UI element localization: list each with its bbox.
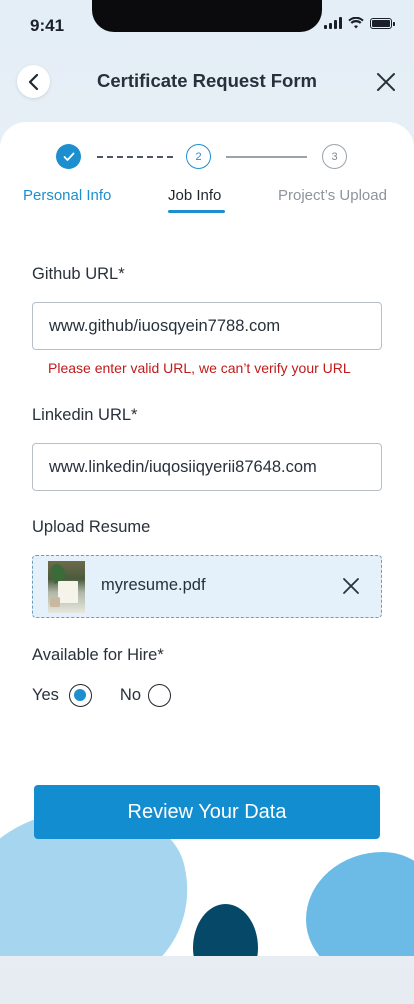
github-url-error: Please enter valid URL, we can’t verify … [48, 360, 351, 376]
step-connector [226, 156, 307, 158]
radio-no[interactable] [148, 683, 172, 707]
review-data-button[interactable]: Review Your Data [34, 785, 380, 839]
tab-projects-upload[interactable]: Project’s Upload [278, 187, 387, 204]
file-name: myresume.pdf [101, 576, 206, 594]
form-card: 2 3 Personal Info Job Info Project’s Upl… [0, 122, 414, 956]
github-url-input[interactable]: www.github/iuosqyein7788.com [32, 302, 382, 350]
file-thumbnail [48, 561, 85, 613]
linkedin-url-label: Linkedin URL* [32, 406, 138, 424]
progress-stepper: 2 3 [0, 144, 414, 170]
remove-file-button[interactable] [341, 576, 361, 596]
radio-yes[interactable] [68, 683, 92, 707]
decorative-blob [306, 852, 414, 956]
check-icon [63, 152, 74, 161]
step-2-number[interactable]: 2 [186, 144, 211, 169]
active-tab-indicator [168, 210, 225, 213]
linkedin-url-input[interactable]: www.linkedin/iuqosiiqyerii87648.com [32, 443, 382, 491]
cellular-signal-icon [324, 17, 342, 29]
decorative-blob [193, 904, 258, 956]
available-for-hire-label: Available for Hire* [32, 646, 164, 664]
radio-yes-label[interactable]: Yes [32, 686, 59, 705]
upload-resume-label: Upload Resume [32, 518, 151, 536]
tab-job-info[interactable]: Job Info [168, 187, 221, 204]
step-connector-dashed [97, 156, 173, 158]
step-1-completed[interactable] [56, 144, 81, 169]
status-icons [324, 17, 395, 29]
hire-radio-group: Yes No [32, 683, 172, 707]
close-icon [377, 73, 395, 91]
page-title: Certificate Request Form [97, 70, 317, 91]
status-bar: 9:41 [0, 0, 414, 50]
status-time: 9:41 [30, 16, 65, 35]
tab-personal-info[interactable]: Personal Info [23, 187, 111, 204]
battery-icon [370, 17, 395, 29]
device-notch [92, 0, 322, 32]
resume-upload-box[interactable]: myresume.pdf [32, 555, 382, 618]
wifi-icon [348, 17, 364, 29]
close-icon [343, 578, 359, 594]
close-button[interactable] [374, 70, 398, 94]
github-url-label: Github URL* [32, 265, 125, 283]
step-3-number[interactable]: 3 [322, 144, 347, 169]
radio-no-label[interactable]: No [120, 686, 141, 705]
